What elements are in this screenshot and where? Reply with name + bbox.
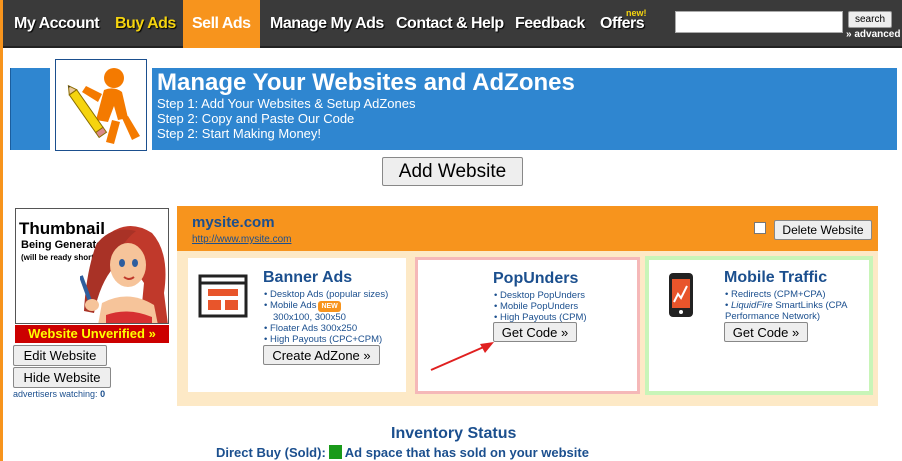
nav-contact-help[interactable]: Contact & Help xyxy=(396,0,504,48)
red-arrow-icon xyxy=(430,342,494,371)
mobile-traffic-features: Redirects (CPM+CPA) LiquidFire SmartLink… xyxy=(725,289,847,322)
nav-buy-ads[interactable]: Buy Ads xyxy=(115,0,176,48)
list-item: Desktop PopUnders xyxy=(494,290,587,301)
cartoon-woman-image xyxy=(80,226,168,323)
edit-website-button[interactable]: Edit Website xyxy=(13,345,107,366)
nav-accent-edge xyxy=(0,0,3,48)
website-thumbnail: Thumbnail Being Generated (will be ready… xyxy=(15,208,169,324)
top-nav: My Account Buy Ads Sell Ads Manage My Ad… xyxy=(0,0,902,48)
banner-ads-title: Banner Ads xyxy=(263,269,353,286)
list-item: LiquidFire SmartLinks (CPA xyxy=(725,300,848,311)
banner-title: Manage Your Websites and AdZones xyxy=(157,69,575,96)
inventory-label: Direct Buy (Sold): xyxy=(216,445,326,460)
search-input[interactable] xyxy=(675,11,843,33)
nav-manage-my-ads[interactable]: Manage My Ads xyxy=(270,0,384,48)
list-item-sizes: 300x100, 300x50 xyxy=(273,312,346,323)
banner-step-2: Step 2: Copy and Paste Our Code xyxy=(157,111,355,126)
pencil-mascot-image xyxy=(55,59,147,151)
banner: Manage Your Websites and AdZones Step 1:… xyxy=(152,68,897,150)
list-item: Mobile AdsNEW xyxy=(264,300,388,312)
list-item: Desktop Ads (popular sizes) xyxy=(264,289,388,300)
mobile-traffic-title: Mobile Traffic xyxy=(724,269,828,286)
site-url-link[interactable]: http://www.mysite.com xyxy=(192,234,291,245)
popunders-get-code-button[interactable]: Get Code » xyxy=(493,322,577,342)
list-item: Redirects (CPM+CPA) xyxy=(725,289,847,300)
mobile-get-code-button[interactable]: Get Code » xyxy=(724,322,808,342)
search-button[interactable]: search xyxy=(848,11,892,28)
banner-step-1: Step 1: Add Your Websites & Setup AdZone… xyxy=(157,96,416,111)
nav-sell-ads[interactable]: Sell Ads xyxy=(183,0,260,48)
nav-my-account[interactable]: My Account xyxy=(14,0,100,48)
left-accent-strip xyxy=(0,48,3,461)
popunders-features: Desktop PopUnders Mobile PopUnders High … xyxy=(494,290,587,323)
delete-website-checkbox[interactable] xyxy=(754,222,766,234)
advanced-search-link[interactable]: » advanced xyxy=(846,29,900,40)
delete-website-button[interactable]: Delete Website xyxy=(774,220,872,240)
inventory-status-title: Inventory Status xyxy=(391,425,517,442)
nav-feedback[interactable]: Feedback xyxy=(515,0,585,48)
popunders-title: PopUnders xyxy=(493,270,579,287)
banner-left-block xyxy=(10,68,50,150)
site-name: mysite.com xyxy=(192,214,275,231)
advertisers-watching: advertisers watching: 0 xyxy=(13,389,105,399)
banner-ad-icon xyxy=(198,274,248,318)
list-item: Mobile PopUnders xyxy=(494,301,587,312)
mobile-ads-new-badge: NEW xyxy=(318,301,341,312)
inventory-row: Direct Buy (Sold): Ad space that has sold… xyxy=(216,445,589,460)
offers-new-badge: new! xyxy=(626,8,647,18)
banner-ads-card: Banner Ads Desktop Ads (popular sizes) M… xyxy=(188,258,406,392)
list-item: High Payouts (CPC+CPM) xyxy=(264,334,388,345)
banner-ads-features: Desktop Ads (popular sizes) Mobile AdsNE… xyxy=(264,289,388,345)
create-adzone-button[interactable]: Create AdZone » xyxy=(263,345,380,365)
mobile-phone-icon xyxy=(669,273,693,317)
hide-website-button[interactable]: Hide Website xyxy=(13,367,111,388)
list-item-continued: Performance Network) xyxy=(725,311,821,322)
add-website-button[interactable]: Add Website xyxy=(382,157,523,186)
sold-swatch-icon xyxy=(328,445,342,459)
inventory-description: Ad space that has sold on your website xyxy=(344,445,589,460)
website-unverified-link[interactable]: Website Unverified » xyxy=(15,325,169,343)
watching-label: advertisers watching: xyxy=(13,389,98,399)
watching-count: 0 xyxy=(100,389,106,399)
banner-step-3: Step 2: Start Making Money! xyxy=(157,126,322,141)
list-item: Floater Ads 300x250 xyxy=(264,323,388,334)
